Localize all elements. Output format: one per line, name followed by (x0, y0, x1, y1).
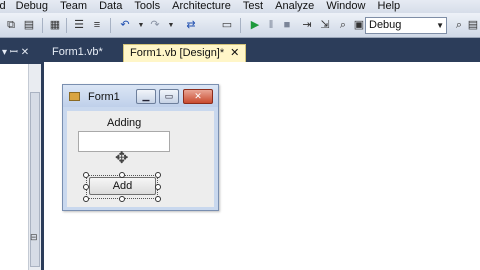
menu-debug[interactable]: Debug (16, 1, 48, 12)
navigate-icon[interactable]: ⇄ (184, 19, 198, 32)
redo-icon[interactable]: ↷ (148, 19, 162, 32)
tab-label: Form1.vb [Design]* (130, 47, 225, 59)
step-icon[interactable]: ⇲ (318, 19, 332, 32)
chevron-down-icon[interactable]: ▼ (164, 19, 178, 32)
menu-analyze[interactable]: Analyze (275, 1, 314, 12)
tab-label: Form1.vb* (52, 46, 103, 58)
number-textbox[interactable] (78, 131, 170, 152)
add-button[interactable]: Add (89, 177, 156, 195)
resize-handle-s[interactable] (119, 196, 125, 202)
resize-handle-e[interactable] (155, 184, 161, 190)
menu-bar: ld Debug Team Data Tools Architecture Te… (0, 0, 480, 13)
resize-handle-nw[interactable] (83, 172, 89, 178)
menu-build[interactable]: ld (0, 1, 6, 12)
find-icon[interactable]: ⌕ (336, 19, 350, 32)
bookmark-icon[interactable]: ▭ (220, 19, 234, 32)
left-dock-panel: ⊟ (0, 62, 44, 270)
properties-icon[interactable]: ▤ (466, 19, 480, 32)
menu-help[interactable]: Help (378, 1, 401, 12)
form-title-bar[interactable]: Form1 ▁ ▭ ✕ (63, 85, 218, 107)
window-icon[interactable]: ▣ (352, 19, 366, 32)
resize-handle-sw[interactable] (83, 196, 89, 202)
grip-icon: ⊟ (30, 232, 38, 242)
menu-window[interactable]: Window (326, 1, 365, 12)
find-icon[interactable]: ⌕ (452, 19, 466, 32)
form-icon (69, 92, 80, 101)
vertical-scrollbar[interactable]: ⊟ (28, 64, 41, 270)
align-icon[interactable]: ≡ (90, 19, 104, 32)
configuration-value: Debug (369, 19, 402, 31)
resize-handle-n[interactable] (119, 172, 125, 178)
toolbar-separator (240, 18, 241, 33)
toolbar-separator (66, 18, 67, 33)
resize-handle-se[interactable] (155, 196, 161, 202)
toolbar-separator (42, 18, 43, 33)
form-title: Form1 (88, 91, 120, 103)
menu-data[interactable]: Data (99, 1, 122, 12)
move-cursor-icon: ✥ (115, 150, 129, 167)
menu-tools[interactable]: Tools (134, 1, 160, 12)
solution-configuration-dropdown[interactable]: Debug ▼ (365, 17, 447, 34)
pause-icon[interactable]: ‖ (264, 19, 278, 32)
copy-icon[interactable]: ⧉ (4, 19, 18, 32)
menu-architecture[interactable]: Architecture (172, 1, 231, 12)
resize-handle-ne[interactable] (155, 172, 161, 178)
paste-icon[interactable]: ▤ (22, 19, 36, 32)
menu-test[interactable]: Test (243, 1, 263, 12)
start-debug-icon[interactable]: ▶ (248, 19, 262, 32)
close-button[interactable]: ✕ (183, 89, 213, 104)
align-icon[interactable]: ☰ (72, 19, 86, 32)
tab-form1-design[interactable]: Form1.vb [Design]* ✕ (123, 44, 247, 62)
close-icon[interactable]: ✕ (230, 47, 239, 59)
resize-handle-w[interactable] (83, 184, 89, 190)
adding-label[interactable]: Adding (107, 117, 141, 129)
toolbar-separator (110, 18, 111, 33)
document-tab-strip: ▾ ꟷ ✕ Form1.vb* Form1.vb [Design]* ✕ (0, 38, 480, 62)
print-icon[interactable]: ▦ (48, 19, 62, 32)
tab-form1-code[interactable]: Form1.vb* (46, 44, 109, 62)
maximize-button[interactable]: ▭ (159, 89, 179, 104)
minimize-button[interactable]: ▁ (136, 89, 156, 104)
stop-icon[interactable]: ■ (280, 19, 294, 32)
menu-team[interactable]: Team (60, 1, 87, 12)
chevron-down-icon: ▼ (436, 21, 444, 30)
panel-pin-controls[interactable]: ▾ ꟷ ✕ (2, 44, 29, 58)
panel-content (0, 64, 28, 270)
step-icon[interactable]: ⇥ (300, 19, 314, 32)
chevron-down-icon[interactable]: ▼ (134, 19, 148, 32)
undo-icon[interactable]: ↶ (118, 19, 132, 32)
